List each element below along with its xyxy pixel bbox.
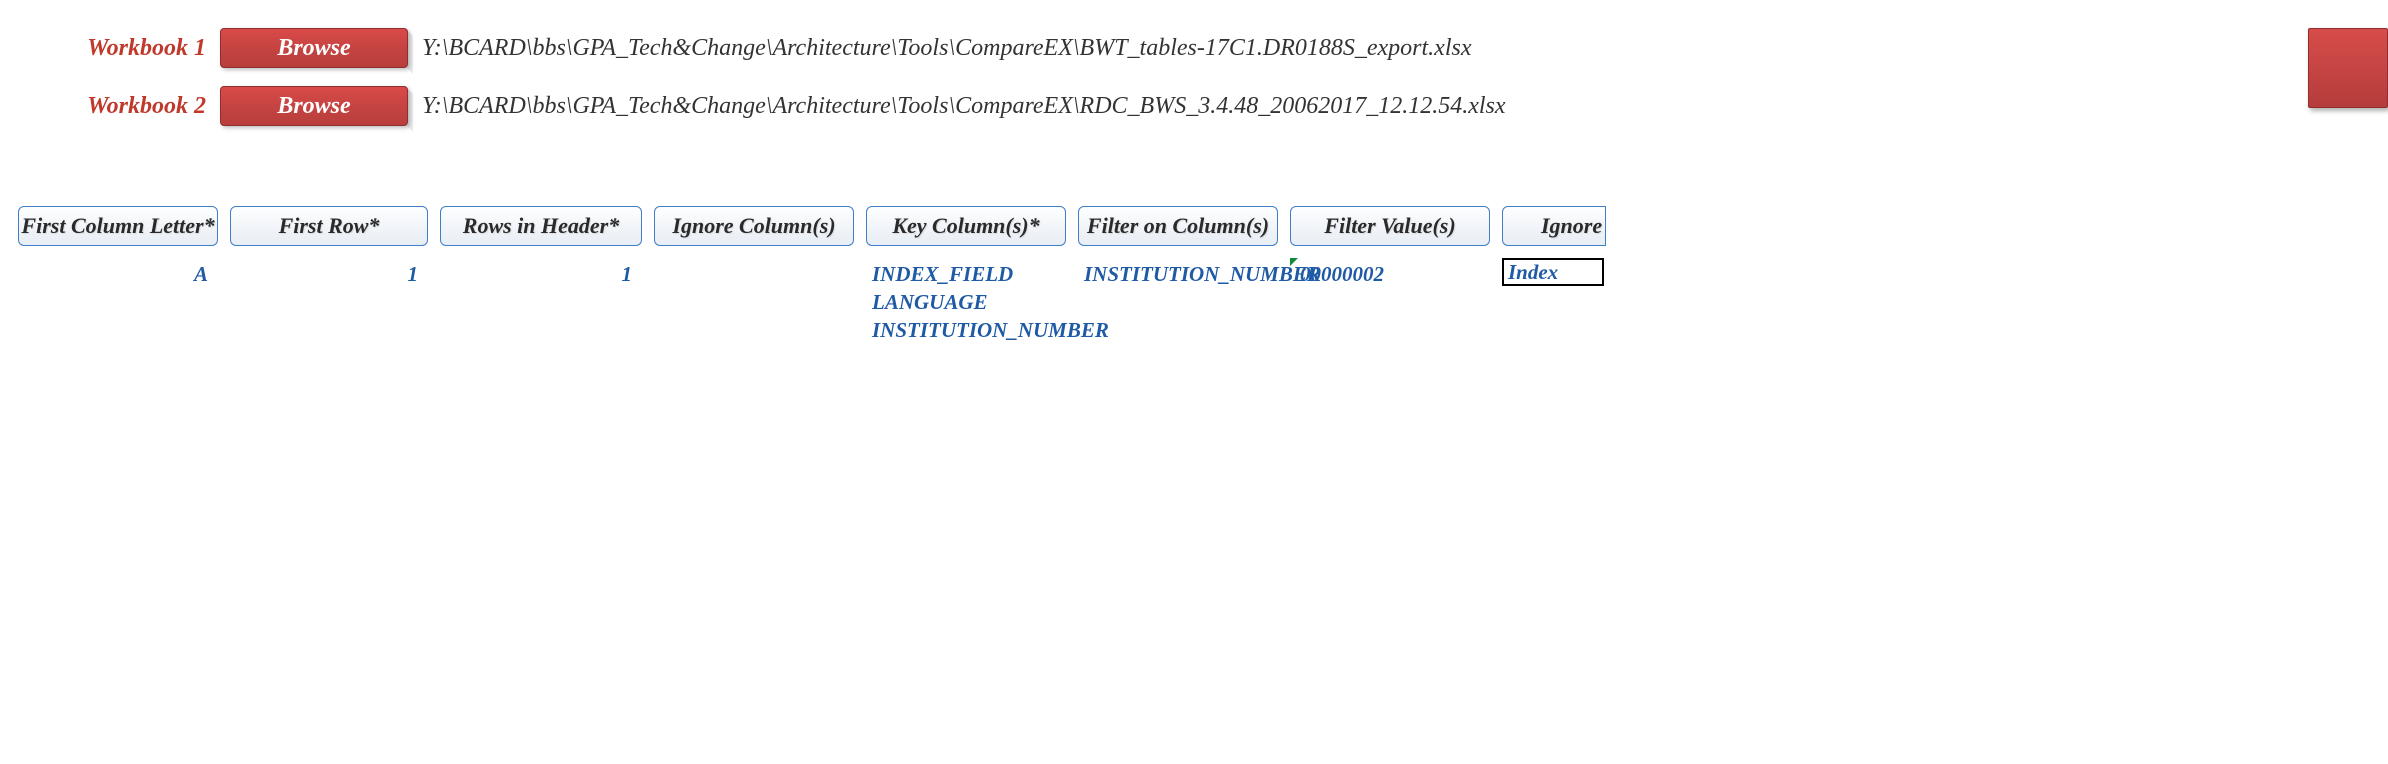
rows-in-header-header[interactable]: Rows in Header* [440, 206, 642, 246]
first-column-letter-header[interactable]: First Column Letter* [18, 206, 218, 246]
browse-button-2[interactable]: Browse [220, 86, 408, 126]
key-columns-value-2[interactable]: INSTITUTION_NUMBER [866, 316, 1066, 344]
rows-in-header-value[interactable]: 1 [440, 260, 642, 288]
workbook-1-path: Y:\BCARD\bbs\GPA_Tech&Change\Architectur… [408, 35, 1471, 62]
ignore-columns-header[interactable]: Ignore Column(s) [654, 206, 854, 246]
filter-on-columns-header[interactable]: Filter on Column(s) [1078, 206, 1278, 246]
first-row-value[interactable]: 1 [230, 260, 428, 288]
action-button[interactable] [2308, 28, 2388, 108]
workbook-1-label: Workbook 1 [0, 35, 220, 62]
browse-button-1[interactable]: Browse [220, 28, 408, 68]
workbook-row-1: Workbook 1 Browse Y:\BCARD\bbs\GPA_Tech&… [0, 28, 2388, 68]
workbook-2-label: Workbook 2 [0, 93, 220, 120]
filter-values-header[interactable]: Filter Value(s) [1290, 206, 1490, 246]
cell-error-marker-icon [1290, 258, 1298, 266]
key-columns-header[interactable]: Key Column(s)* [866, 206, 1066, 246]
workbook-2-path: Y:\BCARD\bbs\GPA_Tech&Change\Architectur… [408, 93, 1506, 120]
key-columns-value-0[interactable]: INDEX_FIELD [866, 260, 1066, 288]
first-column-letter-value[interactable]: A [18, 260, 218, 288]
filter-values-value[interactable]: 00000002 [1290, 260, 1490, 288]
workbook-row-2: Workbook 2 Browse Y:\BCARD\bbs\GPA_Tech&… [0, 86, 2388, 126]
ignore-last-header[interactable]: Ignore [1502, 206, 1606, 246]
key-columns-value-1[interactable]: LANGUAGE [866, 288, 1066, 316]
ignore-last-value: Index [1508, 258, 1558, 286]
filter-on-columns-value[interactable]: INSTITUTION_NUMBER [1078, 260, 1278, 288]
first-row-header[interactable]: First Row* [230, 206, 428, 246]
selected-cell[interactable]: Index [1502, 258, 1604, 286]
